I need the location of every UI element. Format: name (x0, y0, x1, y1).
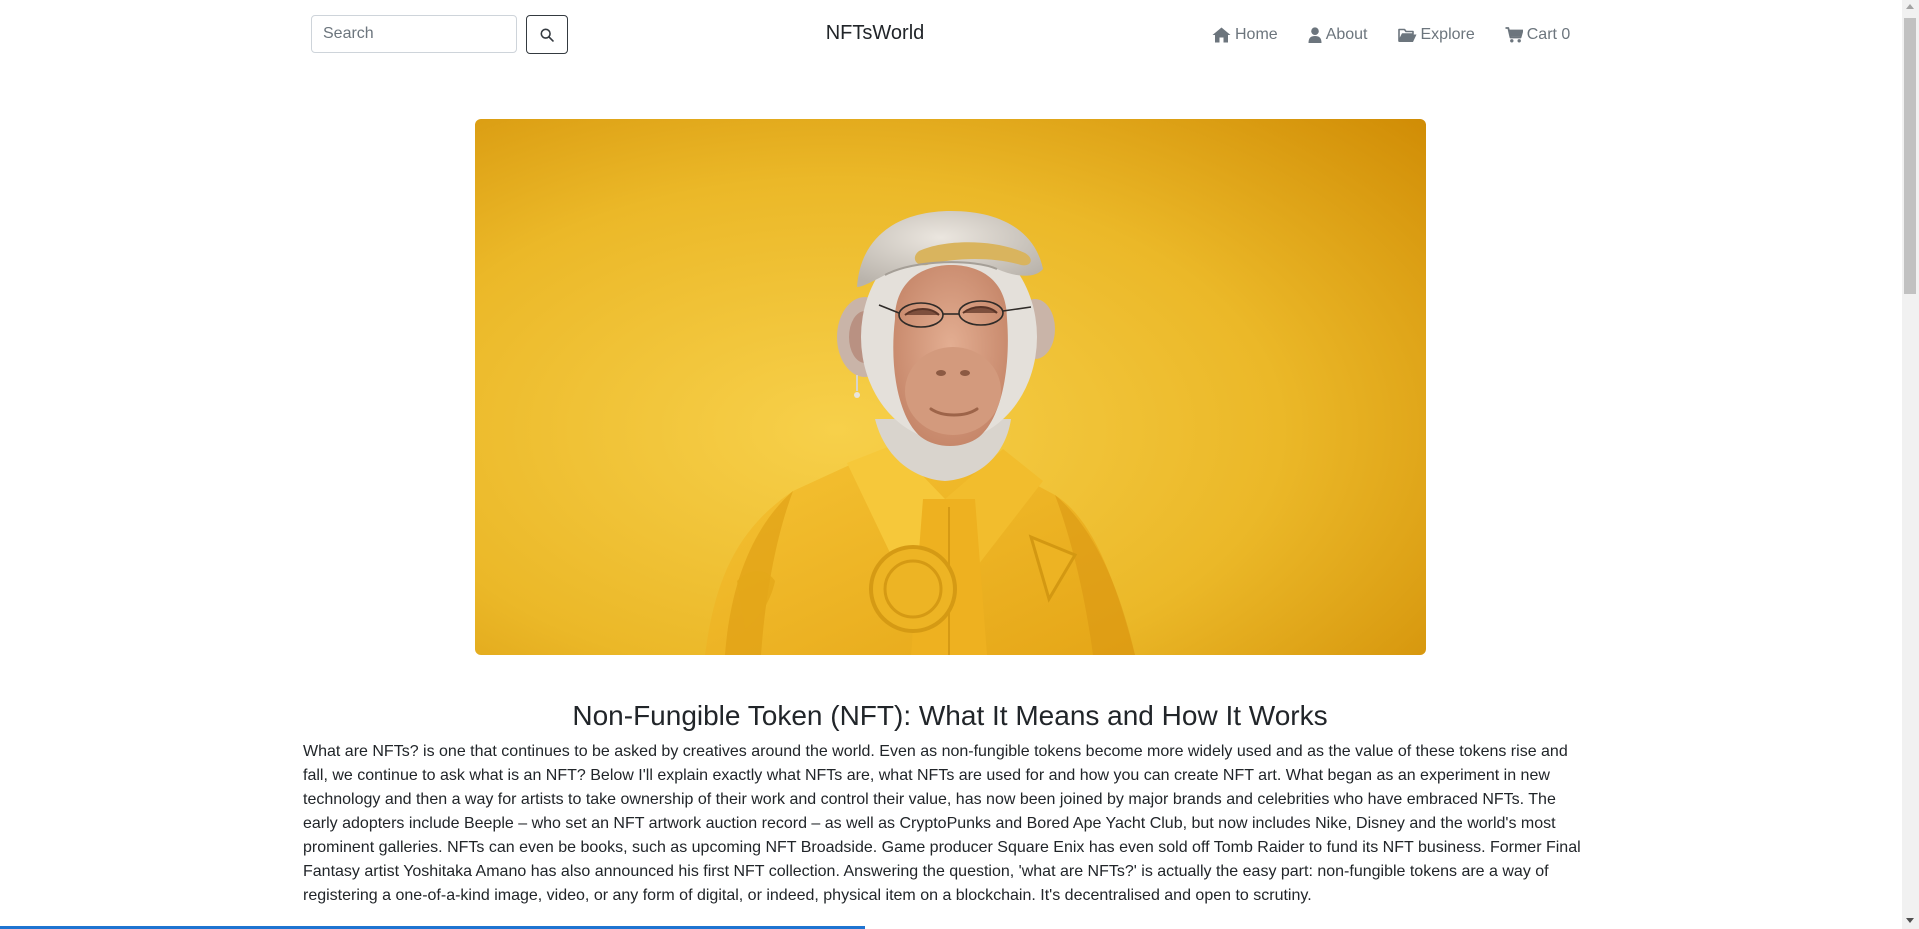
nav-explore-label: Explore (1420, 26, 1475, 43)
article-title: Non-Fungible Token (NFT): What It Means … (572, 700, 1328, 731)
nav-home-link[interactable]: Home (1212, 24, 1278, 46)
page: NFTsWorld Home About Explo (0, 0, 1900, 929)
article-body: What are NFTs? is one that continues to … (303, 743, 1581, 904)
hero-image (475, 119, 1426, 655)
nav-about-link[interactable]: About (1308, 24, 1368, 46)
navbar: NFTsWorld Home About Explo (0, 0, 1900, 70)
nav-cart-link[interactable]: Cart 0 (1505, 24, 1571, 46)
search-input[interactable] (311, 15, 517, 53)
nav-links: Home About Explore Cart 0 (1212, 24, 1570, 46)
ape-nft-illustration (475, 119, 1426, 655)
nav-explore-link[interactable]: Explore (1397, 24, 1475, 46)
scroll-up-arrow-icon[interactable] (1906, 4, 1914, 9)
cart-icon (1505, 27, 1523, 43)
scroll-down-arrow-icon[interactable] (1906, 918, 1914, 923)
folder-open-icon (1397, 28, 1416, 42)
nav-about-label: About (1325, 26, 1368, 43)
vertical-scrollbar[interactable] (1902, 0, 1919, 929)
user-icon (1308, 27, 1322, 43)
search-icon (540, 28, 554, 42)
nav-home-label: Home (1235, 26, 1278, 43)
scroll-thumb[interactable] (1904, 18, 1916, 294)
home-icon (1212, 27, 1231, 43)
nav-cart-label: Cart 0 (1526, 26, 1571, 43)
brand-logo[interactable]: NFTsWorld (790, 22, 960, 45)
search-button[interactable] (526, 15, 568, 54)
